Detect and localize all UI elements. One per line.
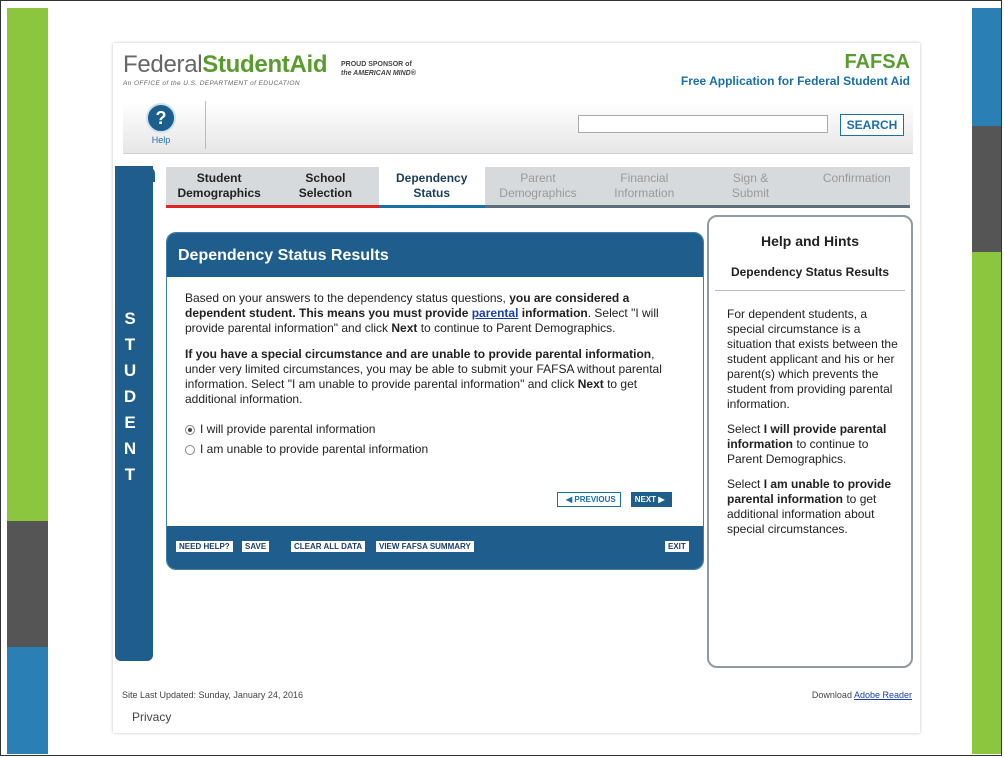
tab-parent-demographics[interactable]: Parent Demographics	[485, 167, 591, 205]
tab-label-line1: Dependency	[396, 171, 468, 185]
option-provide-parental[interactable]: I will provide parental information	[185, 422, 685, 437]
sponsor-text: PROUD SPONSOR of the AMERICAN MIND®	[341, 60, 416, 78]
student-letter: N	[123, 439, 137, 458]
tab-label-line1: Confirmation	[822, 171, 891, 185]
tab-student-demographics[interactable]: Student Demographics	[166, 167, 273, 208]
tab-confirmation[interactable]: Confirmation	[804, 167, 910, 205]
clear-all-data-button[interactable]: CLEAR ALL DATA	[291, 541, 366, 552]
tab-financial-information[interactable]: Financial Information	[591, 167, 697, 205]
hints-body: For dependent students, a special circum…	[709, 291, 911, 537]
text: information	[518, 306, 588, 320]
text: Select	[727, 422, 764, 436]
logo-subtitle: An OFFICE of the U.S. DEPARTMENT of EDUC…	[123, 80, 300, 87]
tab-label-line2: Information	[614, 186, 675, 200]
sponsor-line-2: the AMERICAN MIND®	[341, 70, 416, 77]
federal-student-aid-logo[interactable]: FederalStudentAid An OFFICE of the U.S. …	[123, 51, 328, 87]
save-button[interactable]: SAVE	[242, 541, 270, 552]
paragraph-special-circumstance: If you have a special circumstance and a…	[185, 347, 685, 407]
download-adobe: Download Adobe Reader	[812, 690, 912, 700]
student-letter: U	[123, 361, 137, 380]
hint-paragraph: For dependent students, a special circum…	[727, 307, 898, 411]
parental-link[interactable]: parental	[472, 306, 519, 320]
arrow-left-icon: ◀	[566, 495, 573, 504]
fafsa-tagline: Free Application for Federal Student Aid	[680, 74, 910, 88]
option-unable-parental[interactable]: I am unable to provide parental informat…	[185, 442, 685, 457]
tab-label-line2: Demographics	[177, 186, 261, 200]
tab-label-line1: School	[305, 171, 346, 185]
tab-label-line2: Status	[413, 186, 451, 200]
tab-label-line2: Selection	[298, 186, 353, 200]
fafsa-page: FederalStudentAid An OFFICE of the U.S. …	[113, 43, 920, 733]
student-letter: T	[124, 465, 136, 484]
previous-label: PREVIOUS	[574, 495, 616, 504]
text: Based on your answers to the dependency …	[185, 291, 510, 305]
next-label: NEXT	[634, 495, 657, 504]
tab-label-line2: Submit	[731, 186, 770, 200]
site-last-updated: Site Last Updated: Sunday, January 24, 2…	[122, 690, 303, 700]
card-title: Dependency Status Results	[167, 233, 703, 277]
hints-title: Help and Hints	[760, 233, 859, 249]
next-button[interactable]: NEXT ▶	[630, 492, 673, 507]
hint-paragraph: Select I am unable to provide parental i…	[727, 477, 901, 537]
option-label: I am unable to provide parental informat…	[200, 442, 429, 456]
adobe-reader-link[interactable]: Adobe Reader	[854, 690, 912, 700]
exit-button[interactable]: EXIT	[665, 541, 689, 552]
text: to continue to Parent Demographics.	[417, 321, 616, 335]
student-letter: E	[124, 413, 136, 432]
left-green-bar	[7, 8, 48, 521]
right-gray-bar	[972, 126, 1002, 252]
tab-sign-submit[interactable]: Sign & Submit	[697, 167, 803, 205]
logo-aid-text: Aid	[289, 51, 328, 78]
left-blue-bar	[7, 647, 48, 754]
fafsa-wordmark: FAFSA	[844, 51, 910, 73]
tab-school-selection[interactable]: School Selection	[272, 167, 379, 208]
student-letter: S	[124, 309, 136, 328]
tab-label-line1: Student	[196, 171, 242, 185]
progress-tabs: Student Demographics School Selection Depe…	[166, 167, 910, 208]
help-and-hints-panel: Help and Hints Dependency Status Results…	[707, 215, 913, 668]
paragraph-dependent: Based on your answers to the dependency …	[185, 291, 685, 336]
help-icon: ?	[146, 103, 176, 133]
tab-label-line1: Financial	[620, 171, 669, 185]
tab-label-line2: Demographics	[499, 186, 577, 200]
student-vertical-label: S T U D E N T	[115, 306, 145, 488]
help-button[interactable]: ? Help	[141, 103, 181, 145]
left-gray-bar	[7, 521, 48, 647]
text: Select	[727, 477, 764, 491]
hint-paragraph: Select I will provide parental informati…	[727, 422, 901, 467]
need-help-button[interactable]: NEED HELP?	[176, 541, 233, 552]
card-body: Based on your answers to the dependency …	[167, 277, 703, 457]
logo-federal-text: Federal	[123, 51, 203, 78]
tab-label-line1: Sign &	[732, 171, 769, 185]
toolbar-divider	[205, 101, 206, 149]
search-input[interactable]	[578, 115, 828, 133]
radio-unselected-icon[interactable]	[185, 444, 195, 455]
right-green-bar	[972, 252, 1002, 754]
student-section-band: S T U D E N T	[115, 166, 155, 661]
arrow-right-icon: ▶	[658, 495, 665, 504]
option-label: I will provide parental information	[200, 422, 376, 436]
tab-label-line1: Parent	[520, 171, 556, 185]
previous-button[interactable]: ◀ PREVIOUS	[557, 492, 621, 507]
radio-selected-icon[interactable]	[185, 424, 195, 435]
student-letter: D	[123, 387, 137, 406]
tab-dependency-status[interactable]: Dependency Status	[378, 167, 485, 208]
text: Next	[391, 321, 418, 335]
view-fafsa-summary-button[interactable]: VIEW FAFSA SUMMARY	[376, 541, 474, 552]
help-label: Help	[151, 135, 171, 145]
search-button[interactable]: SEARCH	[840, 114, 904, 136]
logo-student-text: Student	[202, 51, 290, 78]
student-letter: T	[124, 335, 136, 354]
hints-subtitle: Dependency Status Results	[730, 265, 890, 279]
right-blue-bar	[972, 8, 1002, 126]
download-text: Download	[811, 690, 854, 700]
privacy-link[interactable]: Privacy	[132, 710, 171, 724]
dependency-results-card: Dependency Status Results Based on your …	[166, 232, 704, 570]
navigation-buttons: ◀ PREVIOUS NEXT ▶	[557, 492, 673, 507]
fafsa-brand[interactable]: FAFSA Free Application for Federal Stude…	[681, 51, 910, 88]
card-footer: NEED HELP? SAVE CLEAR ALL DATA VIEW FAFS…	[167, 526, 703, 569]
text: Next	[577, 377, 604, 391]
sponsor-line-1: PROUD SPONSOR of	[341, 61, 412, 68]
text: If you have a special circumstance and a…	[185, 347, 652, 361]
